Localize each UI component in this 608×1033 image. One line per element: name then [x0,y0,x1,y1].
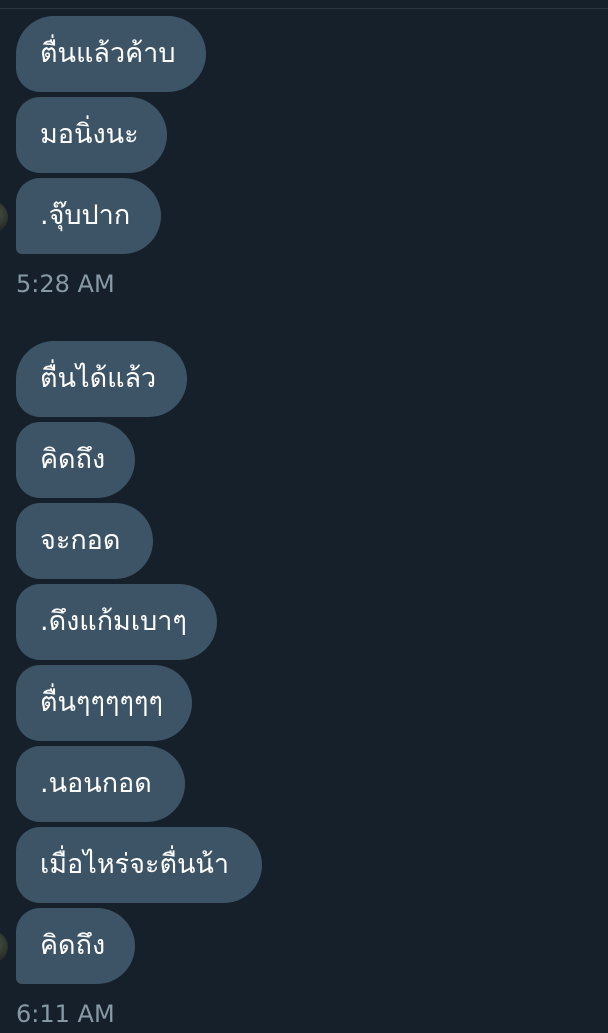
message-bubble[interactable]: จะกอด [16,503,153,579]
dm-conversation: ตื่นแล้วค้าบ มอนิ่งนะ .จุ๊บปาก 5:28 AM ต… [0,0,608,1033]
user-avatar[interactable] [0,931,8,963]
message-bubble[interactable]: ตื่นแล้วค้าบ [16,16,206,92]
message-bubble[interactable]: .จุ๊บปาก [16,178,161,254]
message-bubble[interactable]: ตื่นๆๆๆๆๆๆ [16,665,192,741]
message-bubble[interactable]: เมื่อไหร่จะตื่นน้า [16,827,262,903]
message-bubble[interactable]: คิดถึง [16,908,135,984]
message-bubble[interactable]: .ดึงแก้มเบาๆ [16,584,217,660]
message-bubble[interactable]: มอนิ่งนะ [16,97,167,173]
message-timestamp: 6:11 AM [16,1000,115,1028]
top-divider [0,8,608,9]
message-bubble[interactable]: ตื่นได้แล้ว [16,341,187,417]
message-timestamp: 5:28 AM [16,270,115,298]
message-bubble[interactable]: คิดถึง [16,422,135,498]
message-bubble[interactable]: .นอนกอด [16,746,185,822]
user-avatar[interactable] [0,201,8,233]
